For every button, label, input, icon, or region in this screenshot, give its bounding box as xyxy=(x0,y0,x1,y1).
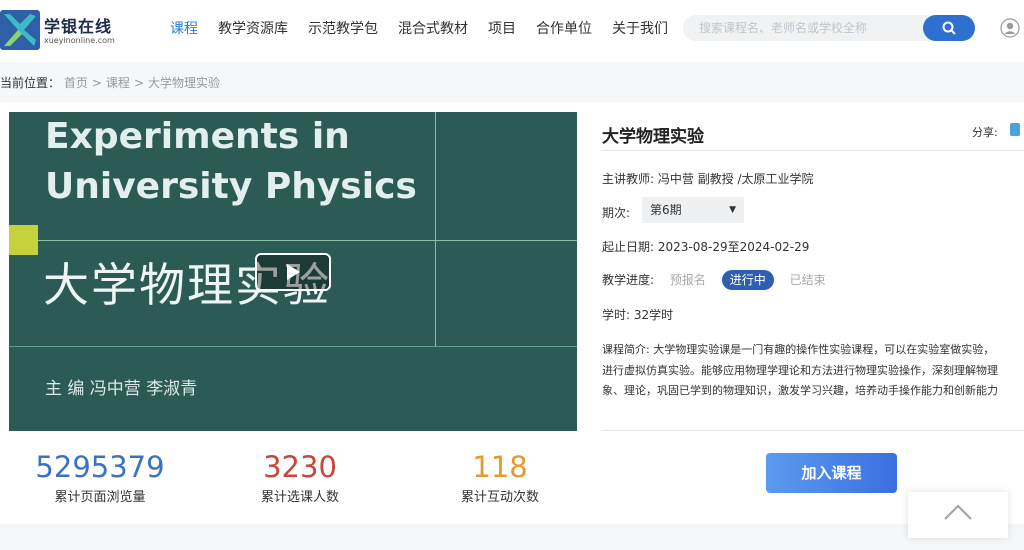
intro-label: 课程简介: xyxy=(602,343,650,356)
stat-value: 5295379 xyxy=(35,450,165,484)
divider xyxy=(602,430,1024,431)
cover-decor-line xyxy=(435,112,436,347)
stat-value: 118 xyxy=(472,450,528,484)
nav-item-resource-library[interactable]: 教学资源库 xyxy=(208,18,298,40)
hours-label: 学时: xyxy=(602,308,631,322)
search-button[interactable] xyxy=(923,15,975,41)
teacher-label: 主讲教师: xyxy=(602,172,655,186)
period-row: 期次: 第6期 ▼ xyxy=(602,197,744,223)
stat-label: 累计互动次数 xyxy=(460,490,539,505)
progress-status-ended: 已结束 xyxy=(789,273,826,287)
nav-item-demo-packages[interactable]: 示范教学包 xyxy=(298,18,388,40)
cover-decor-line xyxy=(38,240,577,241)
period-select[interactable]: 第6期 ▼ xyxy=(642,197,744,223)
cover-decor-line xyxy=(9,346,577,347)
date-label: 起止日期: xyxy=(602,240,655,254)
progress-row: 教学进度: 预报名 进行中 已结束 xyxy=(602,270,834,290)
period-selected-value: 第6期 xyxy=(650,203,682,217)
breadcrumb-prefix: 当前位置： xyxy=(0,76,61,90)
breadcrumb-courses-link[interactable]: 课程 xyxy=(106,76,130,90)
stat-interactions: 118 累计互动次数 xyxy=(400,450,600,505)
play-icon xyxy=(287,264,300,280)
cover-title-en-line1: Experiments in xyxy=(45,116,350,157)
course-intro-line: 课程简介: 大学物理实验课是一门有趣的操作性实验课程，可以在实验室做实验， xyxy=(602,340,1024,361)
date-value: 2023-08-29至2024-02-29 xyxy=(657,240,810,254)
logo-domain: xueyinonline.com xyxy=(44,36,115,45)
progress-status-ongoing: 进行中 xyxy=(721,270,774,290)
cover-editors: 主 编 冯中营 李淑青 xyxy=(45,379,198,399)
course-intro: 课程简介: 大学物理实验课是一门有趣的操作性实验课程，可以在实验室做实验， 进行… xyxy=(602,340,1024,402)
nav-item-projects[interactable]: 项目 xyxy=(478,18,526,40)
share-label: 分享: xyxy=(972,126,998,139)
search-input[interactable] xyxy=(683,15,923,41)
footer-band xyxy=(0,524,1024,550)
search-box xyxy=(683,15,975,41)
breadcrumb-current: 大学物理实验 xyxy=(148,76,221,90)
period-label: 期次: xyxy=(602,206,631,220)
site-logo[interactable]: 学银在线 xueyinonline.com xyxy=(0,10,120,50)
chevron-up-icon xyxy=(944,504,972,520)
play-button[interactable] xyxy=(255,253,331,291)
progress-status-preregister: 预报名 xyxy=(669,273,706,287)
nav-item-partners[interactable]: 合作单位 xyxy=(526,18,602,40)
back-to-top-button[interactable] xyxy=(908,492,1008,538)
logo-mark-icon xyxy=(0,10,40,50)
logo-name: 学银在线 xyxy=(44,17,113,36)
course-intro-line: 象、理论，巩固已学到的物理知识，激发学习兴趣，培养动手操作能力和创新能力 xyxy=(602,384,998,397)
cover-title-en-line2: University Physics xyxy=(45,166,417,207)
nav-item-blended-textbooks[interactable]: 混合式教材 xyxy=(388,18,478,40)
stat-enrolled: 3230 累计选课人数 xyxy=(200,450,400,505)
nav-item-courses[interactable]: 课程 xyxy=(160,18,208,40)
nav-item-about[interactable]: 关于我们 xyxy=(602,18,678,40)
stat-page-views: 5295379 累计页面浏览量 xyxy=(0,450,200,505)
teacher-value: 冯中营 副教授 /太原工业学院 xyxy=(657,172,814,186)
breadcrumb-bar: 当前位置： 首页 > 课程 > 大学物理实验 xyxy=(0,62,1024,102)
breadcrumb-separator: > xyxy=(91,76,102,90)
cover-decor-square xyxy=(9,225,38,255)
join-course-button[interactable]: 加入课程 xyxy=(766,453,897,493)
cover-title-en: Experiments in University Physics xyxy=(45,112,417,212)
course-intro-line: 进行虚拟仿真实验。能够应用物理学理论和方法进行物理实验操作，深刻理解物理 xyxy=(602,363,998,377)
breadcrumb-home-link[interactable]: 首页 xyxy=(64,76,88,90)
progress-label: 教学进度: xyxy=(602,273,655,287)
user-avatar-icon[interactable] xyxy=(1000,18,1020,38)
main-nav: 课程 教学资源库 示范教学包 混合式教材 项目 合作单位 关于我们 xyxy=(160,18,678,40)
breadcrumb-separator: > xyxy=(133,76,144,90)
search-icon xyxy=(942,21,956,35)
course-stats: 5295379 累计页面浏览量 3230 累计选课人数 118 累计互动次数 xyxy=(0,450,600,510)
course-cover-video[interactable]: Experiments in University Physics 大学物理实验… xyxy=(9,112,577,431)
top-header: 学银在线 xueyinonline.com 课程 教学资源库 示范教学包 混合式… xyxy=(0,0,1024,58)
divider xyxy=(602,150,1024,151)
course-title: 大学物理实验 xyxy=(602,127,704,147)
course-info-panel: 大学物理实验 分享: 主讲教师: 冯中营 副教授 /太原工业学院 期次: 第6期… xyxy=(602,112,1024,432)
stat-label: 累计页面浏览量 xyxy=(54,490,146,505)
share-icon[interactable] xyxy=(1010,123,1020,136)
stat-label: 累计选课人数 xyxy=(260,490,339,505)
intro-text: 大学物理实验课是一门有趣的操作性实验课程，可以在实验室做实验， xyxy=(653,343,995,356)
date-row: 起止日期: 2023-08-29至2024-02-29 xyxy=(602,238,809,255)
teacher-row: 主讲教师: 冯中营 副教授 /太原工业学院 xyxy=(602,170,814,187)
dropdown-arrow-icon: ▼ xyxy=(729,205,736,215)
stat-value: 3230 xyxy=(263,450,337,484)
hours-value: 32学时 xyxy=(633,308,674,322)
breadcrumb: 当前位置： 首页 > 课程 > 大学物理实验 xyxy=(0,74,220,91)
hours-row: 学时: 32学时 xyxy=(602,306,673,323)
